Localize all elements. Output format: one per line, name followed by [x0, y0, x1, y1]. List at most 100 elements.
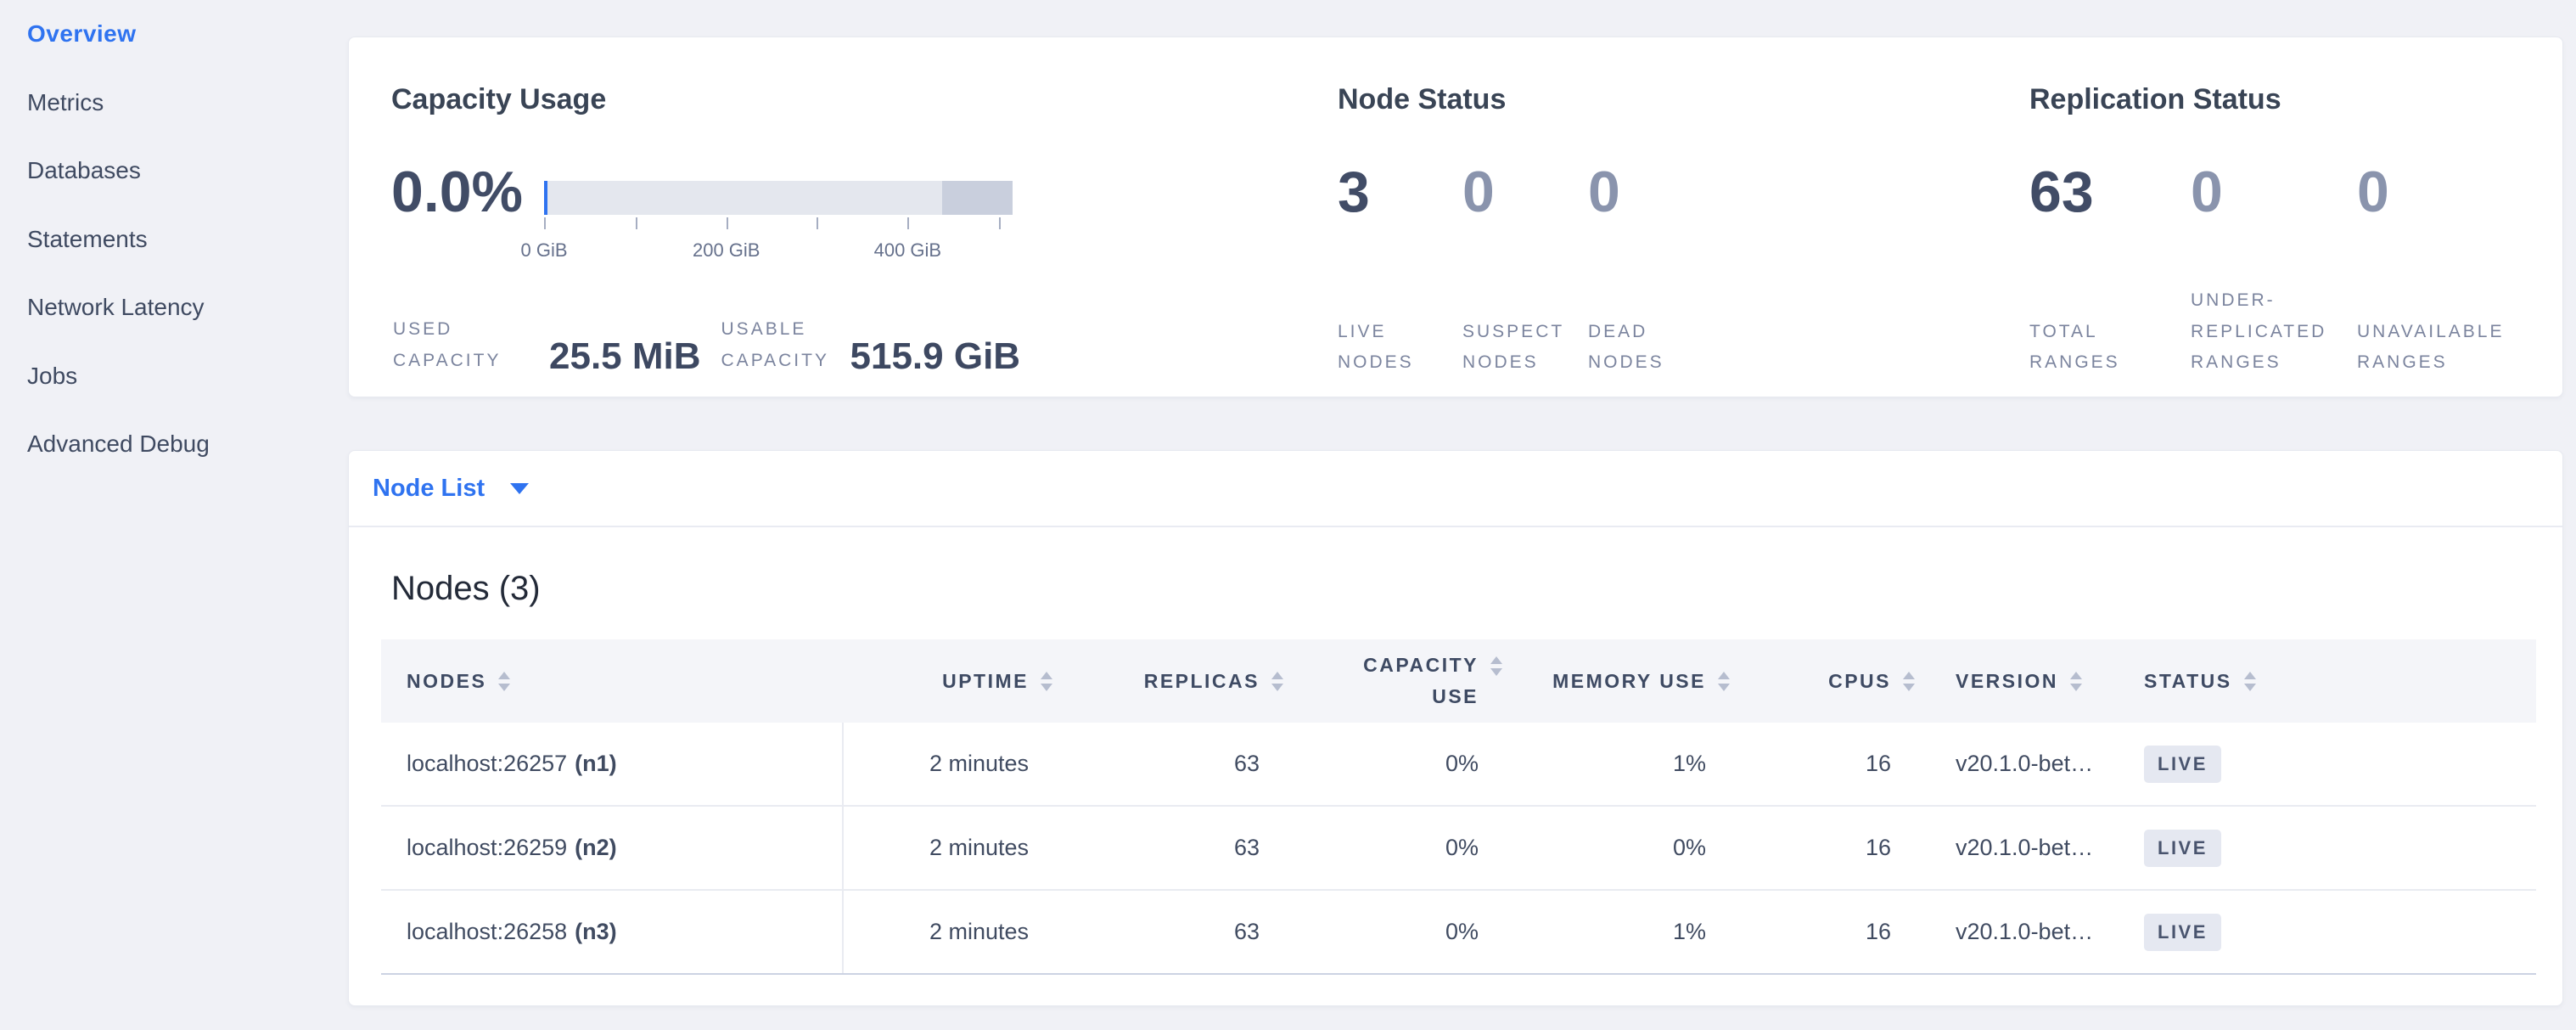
column-label: CAPACITY USE: [1351, 650, 1479, 712]
live-nodes-value: 3: [1338, 163, 1370, 221]
node-list-dropdown[interactable]: Node List: [373, 475, 529, 503]
column-header-replicas[interactable]: REPLICAS: [1064, 639, 1295, 723]
node-address: localhost:26258: [407, 919, 567, 945]
sidebar-item-databases[interactable]: Databases: [27, 137, 333, 205]
column-label: STATUS: [2144, 670, 2232, 693]
memory-use-cell: 1%: [1514, 891, 1742, 973]
sidebar-nav: Overview Metrics Databases Statements Ne…: [27, 0, 333, 479]
nodes-table: NODES UPTIME REPLICAS CAPACITY USE MEMOR…: [381, 639, 2536, 975]
capacity-used-percent: 0.0%: [391, 163, 523, 221]
suspect-nodes-label: SUSPECT NODES: [1462, 317, 1590, 380]
overview-page: Overview Metrics Databases Statements Ne…: [0, 0, 2576, 1030]
node-id: (n1): [575, 751, 617, 777]
node-address: localhost:26259: [407, 835, 567, 861]
table-row[interactable]: localhost:26257 (n1) 2 minutes 63 0% 1% …: [381, 723, 2536, 807]
column-label: UPTIME: [942, 670, 1029, 693]
node-list-card: Node List Nodes (3) NODES UPTIME REPLICA…: [348, 450, 2563, 1006]
capacity-bar: [544, 181, 1013, 215]
sidebar-item-advanced-debug[interactable]: Advanced Debug: [27, 410, 333, 479]
capacity-stats: USED CAPACITY 25.5 MiB USABLE CAPACITY 5…: [393, 314, 1020, 377]
sort-icon[interactable]: [2070, 672, 2082, 691]
node-address-cell[interactable]: localhost:26259 (n2): [381, 807, 844, 889]
column-label: MEMORY USE: [1552, 670, 1706, 693]
axis-tick: [817, 217, 818, 229]
sort-icon[interactable]: [1041, 672, 1052, 691]
axis-tick: [999, 217, 1001, 229]
used-capacity-value: 25.5 MiB: [549, 337, 701, 376]
capacity-axis-labels: 0 GiB 200 GiB 400 GiB: [544, 239, 1013, 265]
status-badge: LIVE: [2144, 914, 2221, 951]
nodes-table-header: NODES UPTIME REPLICAS CAPACITY USE MEMOR…: [381, 639, 2536, 723]
sidebar-item-network-latency[interactable]: Network Latency: [27, 273, 333, 342]
replicas-cell: 63: [1064, 723, 1295, 805]
sort-icon[interactable]: [1490, 656, 1502, 676]
sort-icon[interactable]: [1718, 672, 1730, 691]
node-address: localhost:26257: [407, 751, 567, 777]
node-id: (n3): [575, 919, 617, 945]
sidebar-item-overview[interactable]: Overview: [27, 0, 333, 69]
status-cell: LIVE: [2135, 807, 2536, 889]
sidebar-item-jobs[interactable]: Jobs: [27, 342, 333, 411]
capacity-use-cell: 0%: [1295, 807, 1514, 889]
column-header-memory-use[interactable]: MEMORY USE: [1514, 639, 1742, 723]
memory-use-cell: 1%: [1514, 723, 1742, 805]
node-id: (n2): [575, 835, 617, 861]
replicas-cell: 63: [1064, 807, 1295, 889]
status-badge: LIVE: [2144, 746, 2221, 783]
dead-nodes-stat: 0 DEAD NODES: [1588, 37, 1715, 398]
uptime-cell: 2 minutes: [844, 723, 1064, 805]
suspect-nodes-value: 0: [1462, 163, 1495, 221]
dead-nodes-value: 0: [1588, 163, 1620, 221]
axis-tick: [544, 217, 546, 229]
status-cell: LIVE: [2135, 891, 2536, 973]
sort-icon[interactable]: [2244, 672, 2256, 691]
sort-icon[interactable]: [1903, 672, 1915, 691]
under-replicated-ranges-value: 0: [2191, 163, 2223, 221]
unavailable-ranges-label: UNAVAILABLE RANGES: [2357, 317, 2561, 380]
cpus-cell: 16: [1742, 891, 1927, 973]
column-header-capacity-use[interactable]: CAPACITY USE: [1295, 639, 1514, 723]
column-label: VERSION: [1956, 670, 2058, 693]
version-cell: v20.1.0-bet…: [1927, 891, 2135, 973]
status-cell: LIVE: [2135, 723, 2536, 805]
usable-capacity-label: USABLE CAPACITY: [721, 314, 839, 377]
version-cell: v20.1.0-bet…: [1927, 807, 2135, 889]
capacity-bar-reserved-segment: [942, 181, 1013, 215]
sidebar-item-statements[interactable]: Statements: [27, 205, 333, 274]
unavailable-ranges-value: 0: [2357, 163, 2389, 221]
column-header-uptime[interactable]: UPTIME: [844, 639, 1064, 723]
status-badge: LIVE: [2144, 830, 2221, 867]
view-selector-row: Node List: [349, 451, 2562, 527]
unavailable-ranges-stat: 0 UNAVAILABLE RANGES: [2357, 37, 2561, 398]
table-row[interactable]: localhost:26259 (n2) 2 minutes 63 0% 0% …: [381, 807, 2536, 891]
total-ranges-label: TOTAL RANGES: [2029, 317, 2174, 380]
cluster-summary-card: Capacity Usage 0.0% 0 GiB 200 GiB 400 Gi…: [348, 37, 2563, 397]
capacity-usage-title: Capacity Usage: [391, 83, 606, 116]
sidebar-item-metrics[interactable]: Metrics: [27, 69, 333, 138]
node-address-cell[interactable]: localhost:26257 (n1): [381, 723, 844, 805]
capacity-bar-used-segment: [544, 181, 547, 215]
sort-icon[interactable]: [498, 672, 510, 691]
capacity-use-cell: 0%: [1295, 891, 1514, 973]
column-header-cpus[interactable]: CPUS: [1742, 639, 1927, 723]
chevron-down-icon: [510, 483, 529, 494]
column-header-version[interactable]: VERSION: [1927, 639, 2135, 723]
total-ranges-stat: 63 TOTAL RANGES: [2029, 37, 2191, 398]
sort-icon[interactable]: [1271, 672, 1283, 691]
axis-tick: [636, 217, 637, 229]
capacity-use-cell: 0%: [1295, 723, 1514, 805]
column-header-nodes[interactable]: NODES: [381, 639, 844, 723]
column-label: REPLICAS: [1144, 670, 1260, 693]
axis-tick-label: 400 GiB: [874, 239, 942, 262]
live-nodes-stat: 3 LIVE NODES: [1338, 37, 1462, 398]
live-nodes-label: LIVE NODES: [1338, 317, 1465, 380]
table-row[interactable]: localhost:26258 (n3) 2 minutes 63 0% 1% …: [381, 891, 2536, 975]
dead-nodes-label: DEAD NODES: [1588, 317, 1715, 380]
axis-tick-label: 0 GiB: [520, 239, 567, 262]
cpus-cell: 16: [1742, 723, 1927, 805]
node-address-cell[interactable]: localhost:26258 (n3): [381, 891, 844, 973]
column-header-status[interactable]: STATUS: [2135, 639, 2536, 723]
uptime-cell: 2 minutes: [844, 807, 1064, 889]
under-replicated-ranges-label: UNDER-REPLICATED RANGES: [2191, 285, 2373, 379]
axis-tick-label: 200 GiB: [693, 239, 760, 262]
